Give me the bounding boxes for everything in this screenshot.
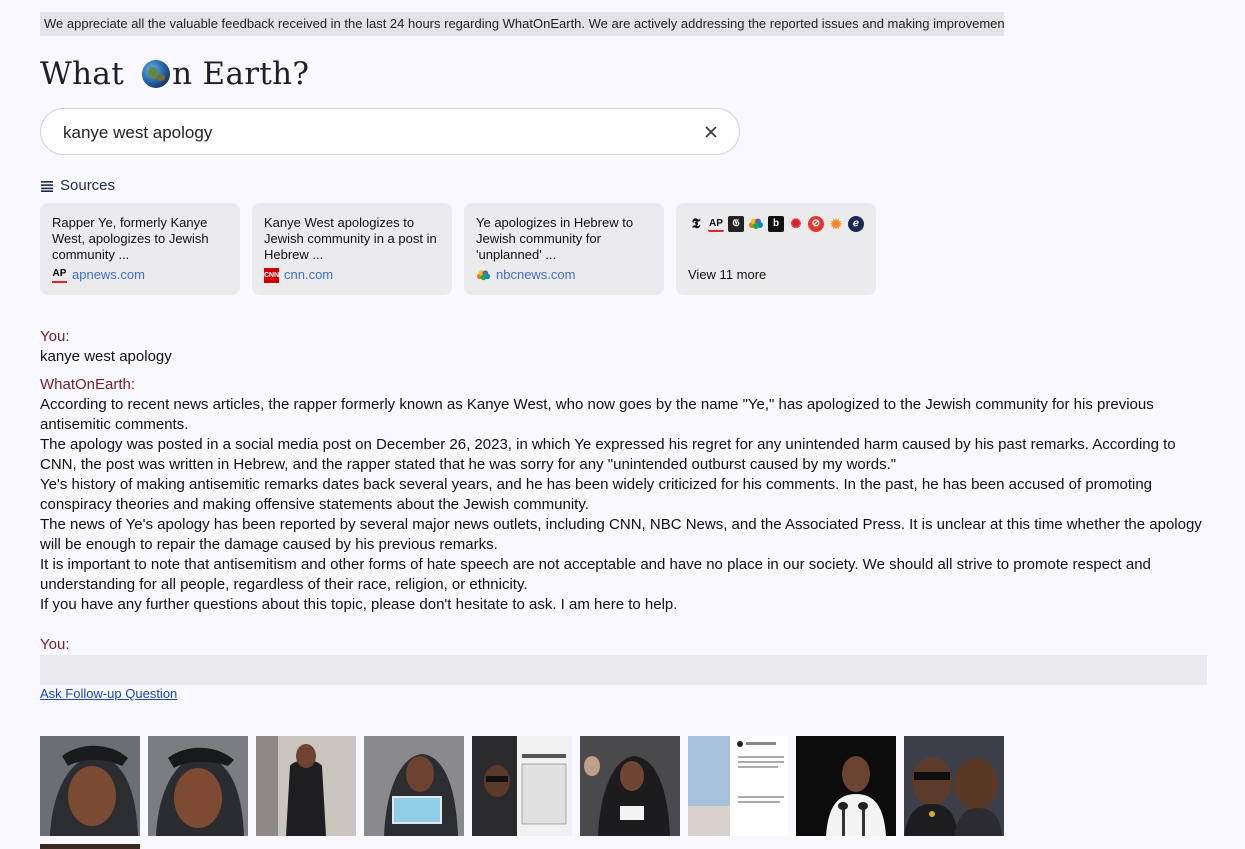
bot-role-label: WhatOnEarth: — [40, 376, 136, 393]
ap-icon: AP — [52, 268, 67, 283]
image-thumbnail[interactable] — [904, 736, 1004, 836]
source-domain-text: nbcnews.com — [496, 267, 576, 282]
source-card-title: Kanye West apologizes to Jewish communit… — [264, 215, 437, 262]
answer-paragraph: The news of Ye's apology has been report… — [40, 516, 1202, 553]
red-circle-icon: ⊘ — [808, 216, 824, 232]
app-logo: What n Earth? — [40, 56, 309, 92]
cnn-icon: CNN — [264, 267, 279, 283]
logo-text-earth: n Earth? — [172, 56, 310, 92]
logo-text-what: What — [40, 56, 135, 92]
globe-icon — [142, 60, 171, 88]
source-card-cnn[interactable]: Kanye West apologizes to Jewish communit… — [252, 203, 452, 295]
feedback-banner: We appreciate all the valuable feedback … — [40, 12, 1004, 36]
more-sources-icons: 𝕿 AP 𝔊 b ✺ ⊘ ✹ ℯ — [688, 215, 864, 233]
sources-label: Sources — [60, 177, 116, 194]
user-query-text: kanye west apology — [40, 348, 172, 365]
followup-role-label: You: — [40, 636, 70, 653]
view-more-label: View 11 more — [688, 267, 767, 282]
source-card-title: Ye apologizes in Hebrew to Jewish commun… — [476, 215, 634, 262]
navy-circle-icon: ℯ — [848, 216, 864, 232]
followup-input[interactable] — [40, 655, 1207, 685]
image-thumbnail[interactable] — [472, 736, 572, 836]
answer-paragraph: According to recent news articles, the r… — [40, 396, 1154, 433]
image-thumbnail[interactable] — [796, 736, 896, 836]
bloomberg-icon: b — [768, 216, 784, 232]
image-thumbnail[interactable] — [256, 736, 356, 836]
view-more-card[interactable]: 𝕿 AP 𝔊 b ✺ ⊘ ✹ ℯ View 11 more — [676, 203, 876, 295]
source-domain-text: apnews.com — [72, 267, 145, 282]
source-card-title: Rapper Ye, formerly Kanye West, apologiz… — [52, 215, 209, 262]
source-card-domain: CNN cnn.com — [264, 267, 333, 283]
image-thumbnail[interactable] — [580, 736, 680, 836]
guardian-icon: 𝔊 — [728, 216, 744, 232]
close-icon[interactable] — [701, 122, 721, 142]
chat-user-message: You: kanye west apology — [40, 327, 1205, 367]
source-card-domain: AP apnews.com — [52, 267, 145, 283]
image-thumbnail[interactable] — [688, 736, 788, 836]
orange-sun-icon: ✹ — [830, 216, 842, 232]
search-bar — [40, 108, 740, 155]
nbc-icon — [476, 269, 491, 280]
source-card-nbc[interactable]: Ye apologizes in Hebrew to Jewish commun… — [464, 203, 664, 295]
source-card-domain: nbcnews.com — [476, 267, 575, 283]
answer-paragraph: It is important to note that antisemitis… — [40, 556, 1151, 593]
answer-paragraph: Ye's history of making antisemitic remar… — [40, 476, 1153, 513]
answer-paragraph: If you have any further questions about … — [40, 596, 678, 613]
sources-heading: Sources — [40, 177, 115, 194]
search-input[interactable] — [61, 120, 665, 146]
image-thumbnail[interactable] — [364, 736, 464, 836]
nbc-icon — [749, 218, 763, 229]
chat-bot-message: WhatOnEarth: According to recent news ar… — [40, 375, 1205, 615]
image-thumbnail[interactable] — [40, 736, 140, 836]
list-icon — [41, 180, 53, 192]
source-card-ap[interactable]: Rapper Ye, formerly Kanye West, apologiz… — [40, 203, 240, 295]
ask-followup-link[interactable]: Ask Follow-up Question — [40, 686, 177, 701]
nytimes-icon: 𝕿 — [691, 216, 701, 232]
image-thumbnail[interactable] — [148, 736, 248, 836]
image-thumbnail[interactable] — [40, 844, 140, 849]
answer-paragraph: The apology was posted in a social media… — [40, 436, 1176, 473]
ap-icon: AP — [708, 217, 724, 232]
cbc-icon: ✺ — [790, 216, 802, 231]
user-role-label: You: — [40, 328, 70, 345]
source-domain-text: cnn.com — [284, 267, 334, 282]
